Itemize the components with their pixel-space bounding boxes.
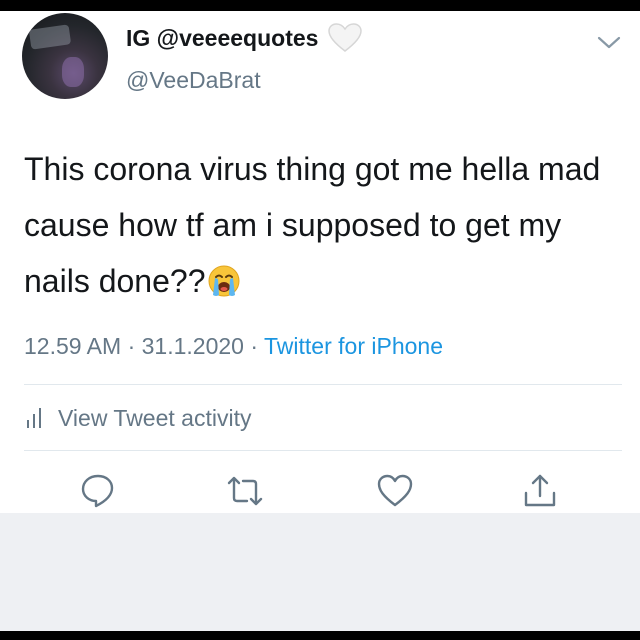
retweet-icon[interactable]: [225, 471, 265, 511]
tweet-text: This corona virus thing got me hella mad…: [24, 141, 614, 309]
tweet-source[interactable]: Twitter for iPhone: [264, 333, 443, 359]
divider: [24, 384, 622, 385]
activity-label: View Tweet activity: [58, 404, 252, 431]
tweet-body: This corona virus thing got me hella mad…: [24, 151, 601, 299]
tweet-card: IG @veeeequotes @VeeDaBrat This corona v…: [0, 11, 640, 513]
bar-chart-icon: [27, 408, 41, 428]
tweet-time: 12.59 AM: [24, 333, 122, 359]
tweet-meta: 12.59 AM · 31.1.2020 · Twitter for iPhon…: [24, 333, 443, 360]
screenshot-frame: IG @veeeequotes @VeeDaBrat This corona v…: [0, 11, 640, 631]
loudly-crying-face-icon: [208, 265, 240, 297]
white-heart-icon: [328, 23, 362, 52]
avatar-figure: [62, 57, 84, 87]
view-tweet-activity-link[interactable]: View Tweet activity: [24, 403, 251, 433]
divider: [24, 450, 622, 451]
avatar-highlight: [28, 24, 72, 50]
user-handle[interactable]: @VeeDaBrat: [126, 67, 261, 94]
avatar[interactable]: [22, 13, 108, 99]
share-icon[interactable]: [520, 471, 560, 511]
tweet-date[interactable]: 31.1.2020: [142, 333, 244, 359]
like-icon[interactable]: [375, 471, 415, 511]
meta-separator: ·: [250, 333, 259, 359]
display-name[interactable]: IG @veeeequotes: [126, 25, 318, 52]
chevron-down-icon[interactable]: [596, 33, 622, 51]
reply-icon[interactable]: [78, 471, 118, 511]
meta-separator: ·: [127, 333, 136, 359]
